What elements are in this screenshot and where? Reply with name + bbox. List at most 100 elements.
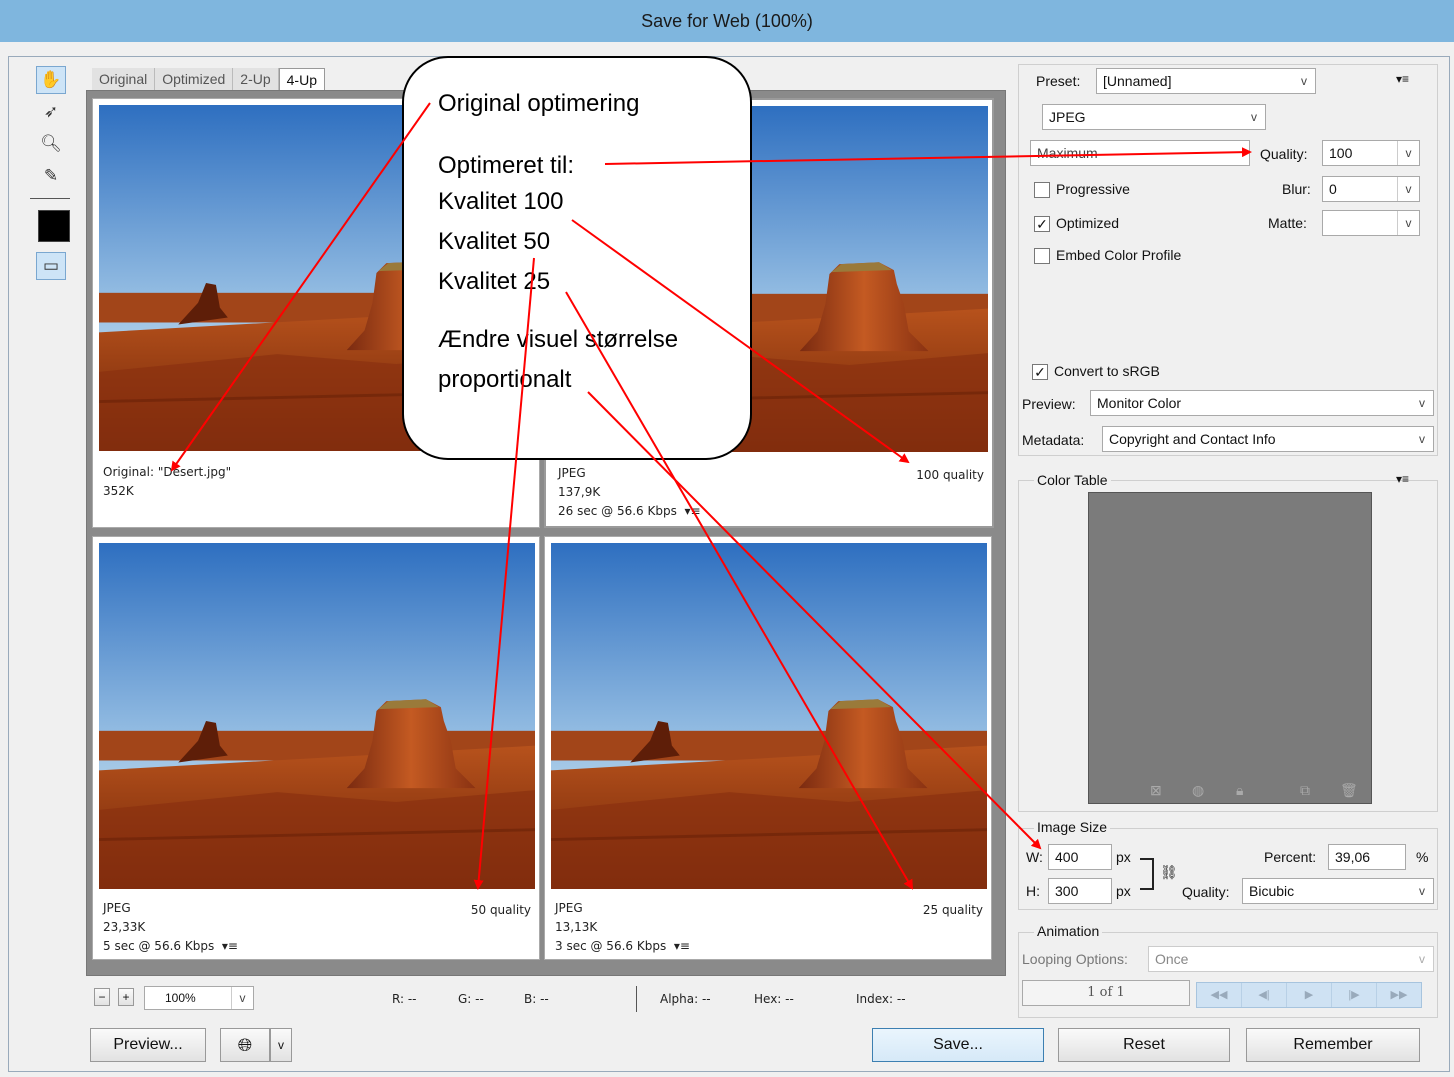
matte-select[interactable]: v (1322, 210, 1420, 236)
embed-color-profile-label: Embed Color Profile (1056, 247, 1182, 263)
tab-4up[interactable]: 4-Up (278, 68, 325, 91)
percent-label: Percent: (1264, 849, 1317, 865)
preset-label: Preset: (1036, 73, 1081, 89)
looping-value: Once (1155, 951, 1189, 967)
width-label: W: (1026, 849, 1043, 865)
callout-line: Kvalitet 25 (438, 268, 551, 295)
pane-size: 352K (103, 484, 134, 498)
play-icon[interactable]: ▶ (1287, 983, 1332, 1007)
pane-info: JPEG 13,13K 3 sec @ 56.6 Kbps ▾≡ (555, 899, 690, 956)
chevron-down-icon: v (1301, 74, 1307, 88)
resample-quality-select[interactable]: Bicubic v (1242, 878, 1434, 904)
pane-info: JPEG 137,9K 26 sec @ 56.6 Kbps ▾≡ (558, 464, 701, 521)
image-size-title: Image Size (1034, 819, 1111, 835)
optimized-pane-50[interactable]: JPEG 23,33K 5 sec @ 56.6 Kbps ▾≡ 50 qual… (92, 536, 540, 960)
next-frame-icon[interactable]: |▶ (1332, 983, 1377, 1007)
lock-icon[interactable]: 🔒︎ (1236, 782, 1243, 799)
pane-menu-icon[interactable]: ▾≡ (674, 939, 690, 953)
hand-tool-icon[interactable]: ✋ (36, 66, 66, 94)
new-color-icon[interactable]: ⧉ (1300, 782, 1310, 799)
callout-line: Optimeret til: (438, 152, 575, 179)
pane-menu-icon[interactable]: ▾≡ (222, 939, 238, 953)
embed-color-profile-checkbox[interactable] (1034, 248, 1050, 264)
metadata-value: Copyright and Contact Info (1109, 431, 1276, 447)
format-select[interactable]: JPEG v (1042, 104, 1266, 130)
slice-select-icon[interactable]: ➶ (36, 98, 66, 126)
matte-label: Matte: (1268, 215, 1307, 231)
metadata-label: Metadata: (1022, 432, 1085, 448)
save-button[interactable]: Save... (872, 1028, 1044, 1062)
last-frame-icon[interactable]: ▶▶ (1377, 983, 1421, 1007)
height-label: H: (1026, 883, 1040, 899)
width-input[interactable]: 400 (1048, 844, 1112, 870)
prev-frame-icon[interactable]: ◀| (1242, 983, 1287, 1007)
toolbox-divider (30, 198, 70, 199)
browser-select-dropdown[interactable]: v (270, 1028, 292, 1062)
preset-select[interactable]: [Unnamed] v (1096, 68, 1316, 94)
pane-download-time: 26 sec @ 56.6 Kbps (558, 504, 677, 518)
callout-line: Ændre visuel størrelse (438, 326, 679, 353)
zoom-out-button[interactable]: − (94, 988, 110, 1006)
percent-unit: % (1416, 849, 1429, 865)
preset-value: [Unnamed] (1103, 73, 1172, 89)
chevron-down-icon: v (1397, 177, 1419, 201)
web-snap-icon[interactable]: ◍ (1192, 782, 1204, 799)
remember-button[interactable]: Remember (1246, 1028, 1420, 1062)
looping-options-select[interactable]: Once v (1148, 946, 1434, 972)
blur-label: Blur: (1282, 181, 1311, 197)
map-to-transparent-icon[interactable]: ⊠ (1150, 782, 1162, 799)
zoom-icon[interactable]: 🔍︎ (36, 130, 66, 158)
callout-line: Kvalitet 100 (438, 188, 564, 215)
progressive-label: Progressive (1056, 181, 1130, 197)
pane-download-time: 3 sec @ 56.6 Kbps (555, 939, 667, 953)
pane-size: 23,33K (103, 920, 146, 934)
eyedropper-icon[interactable]: ✎ (36, 162, 66, 190)
quality-preset-select[interactable]: Maximum (1030, 140, 1250, 166)
pane-info: Original: "Desert.jpg" 352K (103, 463, 231, 501)
pane-title: Original: "Desert.jpg" (103, 465, 232, 479)
preview-select[interactable]: Monitor Color v (1090, 390, 1434, 416)
quality-input[interactable]: 100 v (1322, 140, 1420, 166)
pane-size: 13,13K (555, 920, 598, 934)
optimized-image-25 (551, 543, 987, 889)
tab-2up[interactable]: 2-Up (233, 68, 279, 90)
view-tabs: Original Optimized 2-Up 4-Up (92, 68, 325, 91)
browser-preview-button[interactable]: 🌐︎ (220, 1028, 270, 1062)
optimized-checkbox[interactable]: ✓ (1034, 216, 1050, 232)
status-index: Index: -- (856, 992, 906, 1006)
status-hex: Hex: -- (754, 992, 794, 1006)
settings-menu-icon[interactable]: ▾≡ (1396, 72, 1409, 86)
color-table-title: Color Table (1034, 472, 1111, 488)
blur-input[interactable]: 0 v (1322, 176, 1420, 202)
status-divider (636, 986, 637, 1012)
metadata-select[interactable]: Copyright and Contact Info v (1102, 426, 1434, 452)
preview-button[interactable]: Preview... (90, 1028, 206, 1062)
pane-menu-icon[interactable]: ▾≡ (684, 504, 700, 518)
resample-quality-value: Bicubic (1249, 883, 1295, 899)
callout-line: proportionalt (438, 366, 572, 393)
progressive-checkbox[interactable] (1034, 182, 1050, 198)
chevron-down-icon: v (231, 987, 253, 1009)
percent-input[interactable]: 39,06 (1328, 844, 1406, 870)
optimized-pane-25[interactable]: JPEG 13,13K 3 sec @ 56.6 Kbps ▾≡ 25 qual… (544, 536, 992, 960)
height-input[interactable]: 300 (1048, 878, 1112, 904)
color-table-swatch (1088, 492, 1372, 804)
first-frame-icon[interactable]: ◀◀ (1197, 983, 1242, 1007)
convert-srgb-checkbox[interactable]: ✓ (1032, 364, 1048, 380)
trash-icon[interactable]: 🗑︎ (1340, 782, 1358, 799)
pane-format: JPEG (558, 466, 586, 480)
reset-button[interactable]: Reset (1058, 1028, 1230, 1062)
zoom-level-select[interactable]: 100% v (144, 986, 254, 1010)
eyedropper-color-swatch-icon[interactable] (38, 210, 70, 242)
format-value: JPEG (1049, 109, 1086, 125)
tab-optimized[interactable]: Optimized (155, 68, 234, 90)
color-table-menu-icon[interactable]: ▾≡ (1396, 472, 1409, 486)
link-chain-icon[interactable]: ⛓︎ (1160, 864, 1178, 881)
toggle-slices-icon[interactable]: ▭ (36, 252, 66, 280)
blur-value: 0 (1329, 181, 1337, 197)
animation-controls: ◀◀ ◀| ▶ |▶ ▶▶ (1196, 982, 1422, 1008)
tab-original[interactable]: Original (92, 68, 156, 90)
status-r: R: -- (392, 992, 417, 1006)
zoom-in-button[interactable]: + (118, 988, 134, 1006)
quality-label: Quality: (1260, 146, 1308, 162)
